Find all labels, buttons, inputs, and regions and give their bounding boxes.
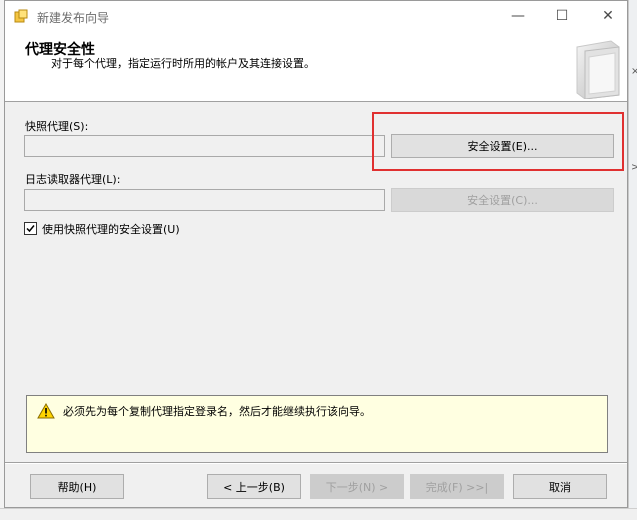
finish-button[interactable]: 完成(F) >>| bbox=[410, 474, 504, 499]
back-button[interactable]: < 上一步(B) bbox=[207, 474, 301, 499]
next-button[interactable]: 下一步(N) > bbox=[310, 474, 404, 499]
minimize-button[interactable]: — bbox=[495, 1, 541, 31]
cancel-button[interactable]: 取消 bbox=[513, 474, 607, 499]
warning-message-text: 必须先为每个复制代理指定登录名，然后才能继续执行该向导。 bbox=[63, 405, 371, 418]
wizard-app-icon bbox=[14, 9, 28, 23]
warning-message-box: 必须先为每个复制代理指定登录名，然后才能继续执行该向导。 bbox=[26, 395, 608, 453]
window-title: 新建发布向导 bbox=[37, 11, 110, 25]
log-reader-agent-label: 日志读取器代理(L): bbox=[25, 173, 121, 186]
background-close-glyph: × bbox=[631, 66, 637, 77]
page-subtitle: 对于每个代理，指定运行时所用的帐户及其连接设置。 bbox=[51, 57, 315, 70]
snapshot-agent-field bbox=[24, 135, 385, 157]
close-button[interactable]: ✕ bbox=[585, 1, 631, 31]
title-bar: 新建发布向导 — ☐ ✕ bbox=[5, 1, 627, 31]
background-window-right: × > bbox=[628, 0, 637, 519]
wizard-banner-icon bbox=[576, 40, 620, 99]
background-arrow-glyph: > bbox=[631, 162, 637, 173]
new-publication-wizard-window: 新建发布向导 — ☐ ✕ 代理安全性 对于每个代理，指定运行时所用的帐户及其连接… bbox=[4, 0, 628, 508]
log-reader-agent-field bbox=[24, 189, 385, 211]
maximize-button[interactable]: ☐ bbox=[539, 1, 585, 31]
help-button[interactable]: 帮助(H) bbox=[30, 474, 124, 499]
checkmark-icon bbox=[26, 225, 35, 233]
warning-icon bbox=[37, 403, 55, 419]
use-snapshot-security-checkbox[interactable] bbox=[24, 222, 37, 235]
use-snapshot-security-label[interactable]: 使用快照代理的安全设置(U) bbox=[42, 221, 180, 237]
footer-separator-highlight bbox=[5, 463, 627, 464]
snapshot-agent-label: 快照代理(S): bbox=[25, 120, 89, 133]
background-window-bottom bbox=[0, 508, 637, 520]
highlight-annotation-box bbox=[372, 112, 624, 171]
page-header: 代理安全性 对于每个代理，指定运行时所用的帐户及其连接设置。 bbox=[5, 31, 627, 102]
log-reader-security-settings-button[interactable]: 安全设置(C)... bbox=[391, 188, 614, 212]
